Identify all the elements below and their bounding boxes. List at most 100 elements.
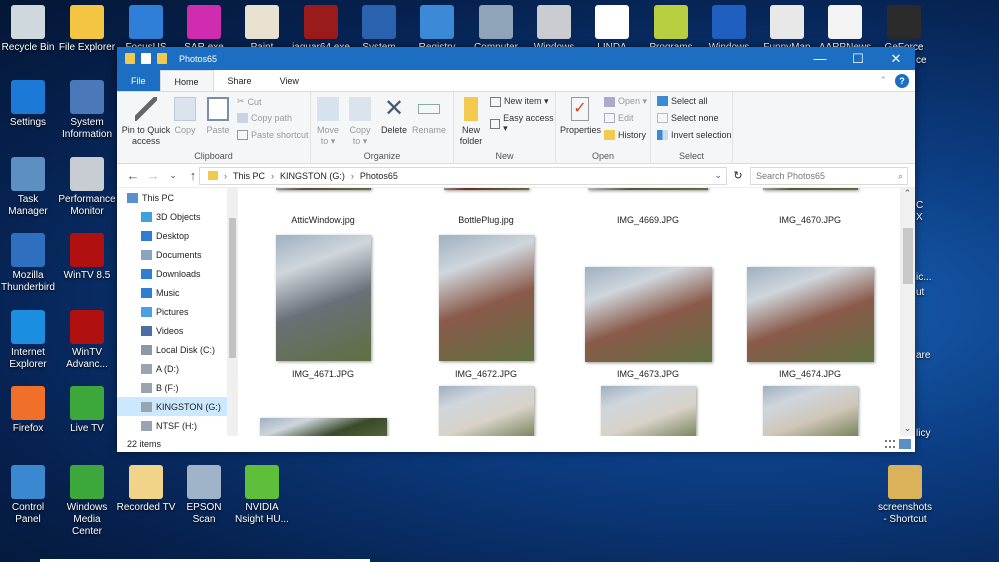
nav-item[interactable]: Videos: [117, 321, 238, 340]
breadcrumb-kingston[interactable]: KINGSTON (G:): [280, 171, 345, 181]
desktop-icon[interactable]: screenshots - Shortcut: [875, 465, 935, 526]
nav-item[interactable]: Downloads: [117, 264, 238, 283]
scroll-down-icon[interactable]: ⌄: [900, 423, 915, 434]
desktop-icon-label: WinTV Advanc...: [66, 347, 108, 370]
photo-thumbnail[interactable]: [275, 235, 371, 361]
desktop-icon-label-fragment[interactable]: ic...: [916, 272, 932, 284]
desktop-icon[interactable]: Settings: [0, 80, 58, 129]
desktop-icon-label-fragment[interactable]: C: [916, 200, 923, 212]
copy-path-button[interactable]: Copy path: [237, 113, 292, 123]
desktop-icon[interactable]: EPSON Scan: [174, 465, 234, 526]
nav-item[interactable]: KINGSTON (G:): [117, 397, 238, 416]
properties-button[interactable]: ✓ Properties: [560, 97, 601, 136]
new-folder-quick-icon[interactable]: [157, 53, 167, 64]
open-button[interactable]: Open ▾: [604, 96, 647, 107]
photo-thumbnail[interactable]: [438, 386, 534, 436]
desktop-icon[interactable]: System Information: [57, 80, 117, 141]
address-input[interactable]: › This PC › KINGSTON (G:) › Photos65 ⌄: [199, 166, 727, 185]
large-icons-view-icon[interactable]: [899, 439, 911, 449]
new-item-button[interactable]: New item ▾: [490, 96, 549, 107]
nav-scrollbar[interactable]: [227, 188, 238, 436]
nav-item[interactable]: 3D Objects: [117, 207, 238, 226]
desktop-icon-label-fragment[interactable]: ce: [916, 55, 927, 67]
new-folder-button[interactable]: New folder: [458, 97, 484, 147]
forward-button[interactable]: →: [143, 168, 163, 183]
paste-button[interactable]: Paste: [205, 97, 231, 136]
help-icon[interactable]: ?: [895, 73, 909, 88]
scroll-thumb[interactable]: [903, 228, 913, 284]
photo-thumbnail[interactable]: [762, 188, 858, 190]
delete-button[interactable]: ✕ Delete: [379, 97, 409, 136]
minimize-button[interactable]: —: [801, 47, 839, 70]
maximize-button[interactable]: ☐: [839, 47, 877, 70]
photo-thumbnail[interactable]: [275, 188, 371, 190]
desktop-icon[interactable]: NVIDIA Nsight HU...: [232, 465, 292, 526]
desktop-icon-label-fragment[interactable]: are: [916, 350, 930, 362]
select-all-button[interactable]: Select all: [657, 96, 708, 106]
breadcrumb-this-pc[interactable]: This PC: [233, 171, 265, 181]
close-button[interactable]: ✕: [877, 47, 915, 70]
desktop-icon[interactable]: File Explorer: [57, 5, 117, 54]
nav-item[interactable]: Local Disk (C:): [117, 340, 238, 359]
nav-item[interactable]: NTSF (H:): [117, 416, 238, 435]
desktop-icon[interactable]: Windows Media Center: [57, 465, 117, 538]
nav-item[interactable]: Documents: [117, 245, 238, 264]
search-input[interactable]: Search Photos65 ⌕: [750, 166, 908, 185]
nav-item[interactable]: This PC: [117, 188, 238, 207]
tab-file[interactable]: File: [117, 70, 160, 91]
pin-quick-access-button[interactable]: Pin to Quick access: [121, 97, 171, 147]
back-button[interactable]: ←: [123, 168, 143, 183]
easy-access-button[interactable]: Easy access ▾: [490, 113, 555, 134]
paste-shortcut-button[interactable]: Paste shortcut: [237, 130, 309, 140]
photo-thumbnail[interactable]: [584, 267, 712, 362]
collapse-ribbon-icon[interactable]: ⌃: [879, 75, 887, 86]
photo-thumbnail[interactable]: [438, 235, 534, 361]
tab-home[interactable]: Home: [159, 70, 214, 91]
invert-selection-button[interactable]: Invert selection: [657, 130, 732, 140]
rename-button[interactable]: Rename: [411, 97, 447, 136]
properties-quick-icon[interactable]: [141, 53, 151, 64]
desktop-icon[interactable]: Control Panel: [0, 465, 58, 526]
move-to-button[interactable]: Move to ▾: [315, 97, 341, 147]
desktop-icon[interactable]: WinTV 8.5: [57, 233, 117, 282]
desktop-icon[interactable]: Firefox: [0, 386, 58, 435]
desktop-icon[interactable]: Performance Monitor: [57, 157, 117, 218]
tab-share[interactable]: Share: [214, 70, 266, 91]
desktop-icon[interactable]: Recorded TV: [116, 465, 176, 514]
desktop-icon-label-fragment[interactable]: licy: [916, 428, 930, 440]
edit-button[interactable]: Edit: [604, 113, 634, 123]
photo-thumbnail[interactable]: [746, 267, 874, 362]
photo-thumbnail[interactable]: [762, 386, 858, 436]
desktop-icon[interactable]: WinTV Advanc...: [57, 310, 117, 371]
desktop-icon[interactable]: Live TV: [57, 386, 117, 435]
breadcrumb-photos65[interactable]: Photos65: [360, 171, 398, 181]
chevron-down-icon[interactable]: ⌄: [714, 170, 722, 181]
copy-button[interactable]: Copy: [173, 97, 197, 136]
nav-item[interactable]: B (F:): [117, 378, 238, 397]
history-button[interactable]: History: [604, 130, 646, 140]
tab-view[interactable]: View: [266, 70, 313, 91]
nav-item[interactable]: Desktop: [117, 226, 238, 245]
title-bar[interactable]: Photos65 — ☐ ✕: [117, 47, 915, 70]
photo-thumbnail[interactable]: [259, 418, 387, 436]
recent-locations-button[interactable]: ⌄: [163, 170, 183, 181]
copy-to-button[interactable]: Copy to ▾: [347, 97, 373, 147]
desktop-icon[interactable]: Internet Explorer: [0, 310, 58, 371]
desktop-icon-label-fragment[interactable]: ut: [916, 287, 924, 299]
nav-item[interactable]: A (D:): [117, 359, 238, 378]
file-scrollbar[interactable]: ⌃ ⌄: [900, 188, 915, 436]
scroll-up-icon[interactable]: ⌃: [900, 188, 915, 199]
desktop-icon[interactable]: Task Manager: [0, 157, 58, 218]
photo-thumbnail[interactable]: [600, 386, 696, 436]
photo-thumbnail[interactable]: [588, 188, 708, 190]
nav-item[interactable]: Pictures: [117, 302, 238, 321]
refresh-button[interactable]: ↻: [730, 169, 746, 182]
desktop-icon[interactable]: Recycle Bin: [0, 5, 58, 54]
desktop-icon[interactable]: Mozilla Thunderbird: [0, 233, 58, 294]
desktop-icon-label-fragment[interactable]: X: [916, 212, 923, 224]
photo-thumbnail[interactable]: [443, 188, 529, 190]
details-view-icon[interactable]: [885, 440, 895, 448]
nav-item[interactable]: Music: [117, 283, 238, 302]
select-none-button[interactable]: Select none: [657, 113, 719, 123]
cut-button[interactable]: ✂ Cut: [237, 96, 262, 107]
